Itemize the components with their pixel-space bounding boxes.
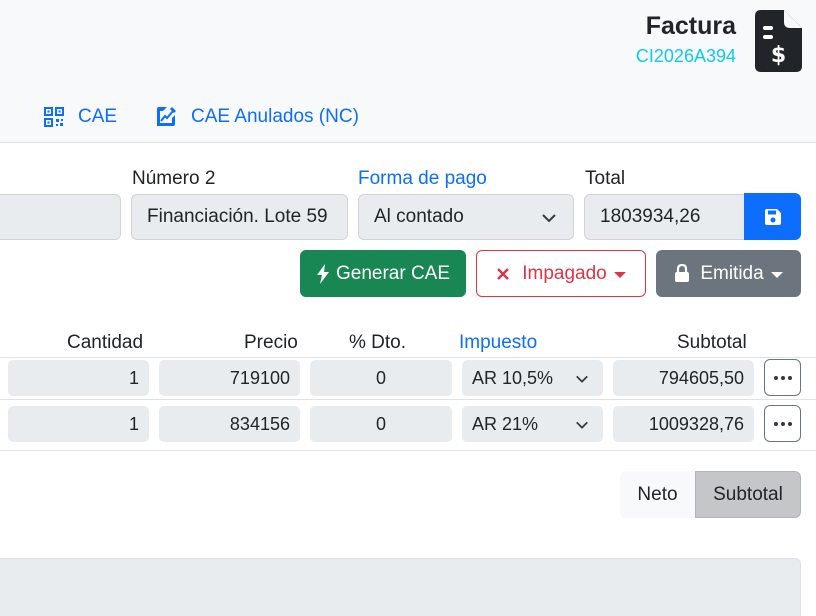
divider [0,399,816,400]
numero2-label: Número 2 [132,168,216,189]
subtotal-value: 1009328,76 [613,406,754,442]
toggle-neto[interactable]: Neto [620,471,695,518]
emitida-dropdown[interactable]: Emitida [656,250,801,297]
row-options-button[interactable] [764,405,801,442]
page-header: Factura CI2026A394 $ CAE CAE Anulados (N… [0,0,816,143]
caret-down-icon [770,271,783,278]
svg-text:$: $ [771,43,786,68]
impuesto-select[interactable]: AR 10,5% [462,360,603,396]
forma-pago-select[interactable]: Al contado [358,194,574,240]
emitida-label: Emitida [700,262,764,284]
cut-off-field[interactable] [0,194,121,240]
close-icon [497,267,510,280]
dto-input[interactable]: 0 [310,360,452,396]
col-header-cantidad: Cantidad [67,332,144,353]
total-field[interactable]: 1803934,26 [584,194,746,240]
generar-cae-button[interactable]: Generar CAE [300,250,466,297]
lock-icon [675,264,690,282]
col-header-impuesto[interactable]: Impuesto [459,332,537,354]
pencil-chart-icon [157,107,176,126]
tab-cae-label: CAE [78,106,118,127]
row-options-button[interactable] [764,359,801,396]
numero2-field[interactable]: Financiación. Lote 59 [131,194,348,240]
caret-down-icon [613,271,626,278]
more-horizontal-icon [773,421,792,426]
invoice-dollar-icon: $ [755,10,802,72]
more-horizontal-icon [773,375,792,380]
generar-cae-label: Generar CAE [335,262,451,284]
chevron-down-icon [576,421,588,429]
chevron-down-icon [576,375,588,383]
impuesto-select[interactable]: AR 21% [462,406,603,442]
neto-subtotal-toggle: Neto Subtotal [620,471,801,518]
impagado-dropdown[interactable]: Impagado [476,250,646,297]
tab-cae-anulados[interactable]: CAE Anulados (NC) [155,106,359,128]
impuesto-value: AR 21% [472,413,539,434]
col-header-subtotal: Subtotal [677,332,747,353]
floppy-disk-icon [764,208,781,225]
col-header-precio: Precio [244,332,298,353]
total-label: Total [585,168,626,189]
chevron-down-icon [542,214,556,223]
divider [0,450,816,451]
subtotal-value: 794605,50 [613,360,754,396]
page-title: Factura [645,12,736,40]
forma-pago-value: Al contado [374,206,464,227]
impuesto-value: AR 10,5% [472,367,554,388]
forma-pago-label[interactable]: Forma de pago [358,168,487,190]
qr-code-icon [44,107,64,127]
notes-panel [0,558,801,616]
invoice-code: CI2026A394 [635,46,736,66]
col-header-dto: % Dto. [349,332,407,353]
precio-input[interactable]: 719100 [159,360,300,396]
tab-cae[interactable]: CAE [44,106,117,128]
cantidad-input[interactable]: 1 [8,360,149,396]
lightning-icon [316,263,329,284]
cantidad-input[interactable]: 1 [8,406,149,442]
dto-input[interactable]: 0 [310,406,452,442]
divider [0,357,816,358]
precio-input[interactable]: 834156 [159,406,300,442]
impagado-label: Impagado [522,262,607,284]
tab-cae-anulados-label: CAE Anulados (NC) [191,106,359,127]
toggle-subtotal[interactable]: Subtotal [695,471,801,518]
save-button[interactable] [744,193,801,240]
